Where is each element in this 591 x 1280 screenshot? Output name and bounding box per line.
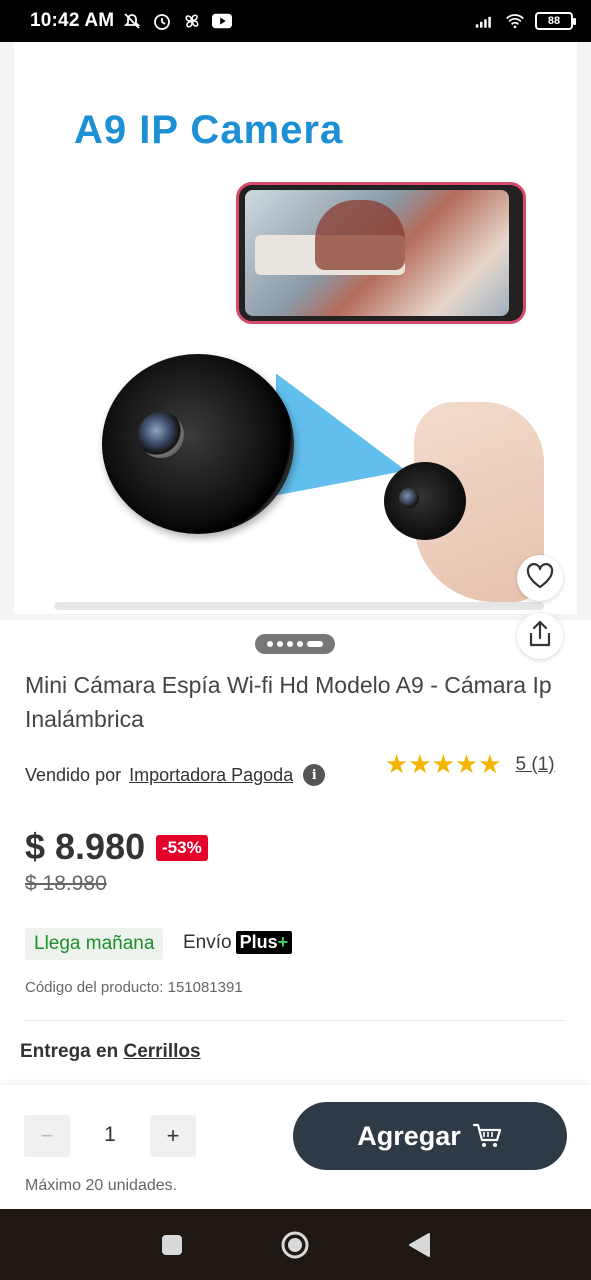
info-icon[interactable]: i [303,764,326,786]
shipping-label: Envío [183,931,232,953]
seller-link[interactable]: Importadora Pagoda [129,765,293,786]
quantity-value: 1 [104,1123,116,1146]
heart-icon [526,562,554,594]
carousel-indicator[interactable] [255,634,335,654]
carousel-dot[interactable] [277,641,283,647]
product-gallery[interactable]: A9 IP Camera [0,42,591,659]
share-icon [527,620,553,653]
wifi-icon [505,11,525,31]
rating[interactable]: ★★★★★ 5 (1) [385,749,555,780]
plus-badge-sign: + [277,932,289,952]
small-camera-illustration [384,462,466,540]
max-units-note: Máximo 20 unidades. [25,1177,178,1194]
signal-icon [475,11,495,31]
quantity-increase-button[interactable]: + [150,1115,196,1157]
share-button[interactable] [517,613,563,659]
status-time: 10:42 AM [30,10,115,31]
plus-badge-text: Plus [239,932,278,952]
add-to-cart-label: Agregar [357,1120,461,1151]
product-code: Código del producto: 151081391 [25,979,243,996]
plus-badge: Plus+ [235,931,293,954]
delivery-prefix: Entrega en [20,1041,119,1062]
discount-badge: -53% [156,835,208,861]
carousel-dot[interactable] [267,641,273,647]
mute-icon [122,11,142,31]
carousel-dot-active[interactable] [307,641,323,647]
home-button[interactable] [275,1225,315,1265]
delivery-location-link[interactable]: Cerrillos [123,1041,200,1062]
youtube-icon [212,11,233,31]
arrival-badge: Llega mañana [25,928,164,960]
carousel-dot[interactable] [297,641,303,647]
alarm-icon [152,11,172,31]
phone-illustration [236,182,526,324]
battery-icon: 88 [535,12,576,30]
fan-icon [182,11,202,31]
rating-stars: ★★★★★ [385,749,502,779]
favorite-button[interactable] [517,555,563,601]
seller-row: Vendido por Importadora Pagoda i [25,764,326,786]
seller-prefix: Vendido por [25,764,122,785]
divider [25,1020,565,1021]
product-title: Mini Cámara Espía Wi-fi Hd Modelo A9 - C… [25,672,552,732]
product-image[interactable]: A9 IP Camera [14,42,577,614]
back-button[interactable] [399,1225,439,1265]
recents-button[interactable] [152,1225,192,1265]
status-bar: 10:42 AM 88 [0,0,591,42]
add-to-cart-button[interactable]: Agregar [293,1102,567,1170]
camera-illustration [102,354,294,534]
camera-beam [276,373,406,543]
add-to-cart-panel: − 1 + Agregar Máximo 20 unidades. [0,1085,591,1209]
cart-icon [472,1123,503,1149]
image-shadow [54,602,544,610]
image-title-text: A9 IP Camera [74,108,344,152]
shipping-info: Envío Plus+ [183,931,293,954]
delivery-row: Entrega en Cerrillos [20,1041,201,1063]
quantity-decrease-button[interactable]: − [24,1115,70,1157]
system-navigation-bar [0,1209,591,1280]
carousel-dot[interactable] [287,641,293,647]
rating-count-link[interactable]: 5 (1) [516,754,555,776]
current-price: $ 8.980 [25,826,146,867]
old-price: $ 18.980 [25,872,107,895]
